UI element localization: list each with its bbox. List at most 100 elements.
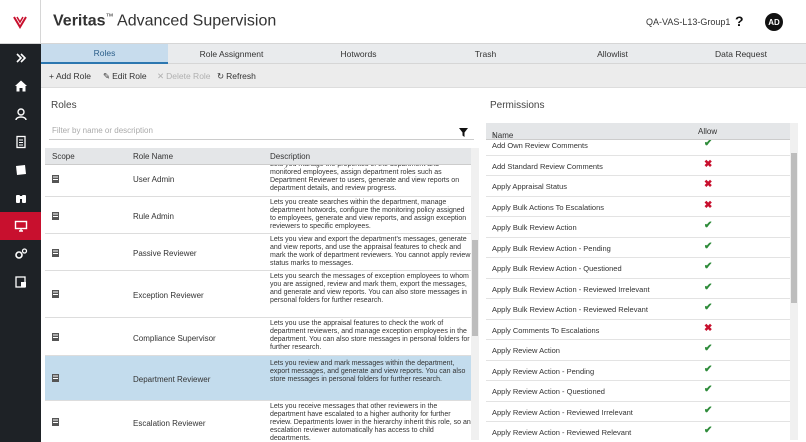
nav-monitor[interactable]	[0, 212, 41, 240]
brand-name: Veritas	[53, 12, 106, 30]
deny-cross-icon: ✖	[704, 322, 713, 334]
role-name: Passive Reviewer	[133, 249, 197, 258]
allow-check-icon: ✔	[704, 363, 713, 375]
chevrons-right-icon	[15, 53, 26, 63]
filter-icon[interactable]	[459, 128, 468, 137]
tab-trash[interactable]: Trash	[422, 44, 549, 64]
nav-users[interactable]	[0, 100, 41, 128]
department-scope-icon	[52, 418, 59, 426]
table-row[interactable]: Apply Bulk Review Action - Reviewed Rele…	[486, 299, 790, 320]
permissions-scrollbar-thumb[interactable]	[791, 153, 797, 303]
tab-allowlist[interactable]: Allowlist	[549, 44, 676, 64]
roles-scrollbar-thumb[interactable]	[472, 240, 478, 336]
permission-name: Add Own Review Comments	[492, 141, 588, 150]
table-row-selected[interactable]: Department Reviewer Lets you review and …	[45, 356, 471, 401]
nav-search[interactable]	[0, 184, 41, 212]
description-column-header[interactable]: Description	[270, 152, 310, 161]
refresh-button[interactable]: ↻ Refresh	[217, 71, 256, 82]
tab-roles[interactable]: Roles	[41, 44, 168, 64]
department-scope-icon	[52, 290, 59, 298]
table-row[interactable]: Apply Bulk Review Action - Reviewed Irre…	[486, 279, 790, 299]
edit-role-label: Edit Role	[112, 71, 147, 81]
table-row[interactable]: Apply Bulk Review Action - Questioned ✔	[486, 258, 790, 279]
table-row[interactable]: Apply Review Action - Questioned ✔	[486, 381, 790, 402]
department-scope-icon	[52, 212, 59, 220]
scope-column-header[interactable]: Scope	[52, 152, 75, 161]
table-row[interactable]: Apply Appraisal Status ✖	[486, 176, 790, 197]
table-row[interactable]: Apply Review Action - Reviewed Relevant ✔	[486, 422, 790, 440]
tab-bar: Roles Role Assignment Hotwords Trash All…	[41, 44, 806, 64]
role-name: Department Reviewer	[133, 375, 211, 384]
permission-name: Add Standard Review Comments	[492, 161, 603, 171]
allow-check-icon: ✔	[704, 240, 713, 252]
sort-ascending-icon: ↑	[492, 131, 496, 140]
roles-filter-input[interactable]	[49, 122, 474, 140]
permissions-scrollbar[interactable]	[790, 123, 798, 440]
allow-check-icon: ✔	[704, 384, 713, 395]
expand-nav-button[interactable]	[0, 44, 41, 72]
allow-check-icon: ✔	[704, 404, 713, 416]
permission-name: Apply Comments To Escalations	[492, 325, 600, 335]
nav-settings[interactable]	[0, 240, 41, 268]
role-name: Rule Admin	[133, 212, 174, 221]
table-row[interactable]: Apply Review Action - Pending ✔	[486, 361, 790, 381]
report-icon	[14, 276, 26, 288]
refresh-label: Refresh	[226, 71, 256, 81]
role-name: Compliance Supervisor	[133, 334, 216, 343]
table-row[interactable]: User Admin Lets you manage the propertie…	[45, 165, 471, 197]
permission-name: Apply Bulk Review Action	[492, 223, 577, 232]
table-row[interactable]: Apply Bulk Review Action - Pending ✔	[486, 238, 790, 258]
permission-name: Apply Review Action - Questioned	[492, 387, 605, 396]
nav-reports[interactable]	[0, 268, 41, 296]
permission-name: Apply Appraisal Status	[492, 182, 568, 191]
folder-icon	[15, 165, 26, 175]
table-row[interactable]: Apply Review Action - Reviewed Irrelevan…	[486, 402, 790, 422]
delete-role-button[interactable]: ✕ Delete Role	[157, 71, 211, 82]
permission-name: Apply Review Action	[492, 346, 560, 355]
help-button[interactable]: ?	[735, 13, 744, 29]
table-row[interactable]: Apply Bulk Review Action ✔	[486, 217, 790, 238]
permission-name: Apply Bulk Review Action - Questioned	[492, 264, 622, 273]
role-description: Lets you view and export the department'…	[270, 236, 471, 267]
tab-data-request[interactable]: Data Request	[676, 44, 806, 64]
document-icon	[15, 135, 26, 149]
table-row[interactable]: Passive Reviewer Lets you view and expor…	[45, 234, 471, 271]
table-row[interactable]: Apply Comments To Escalations ✖	[486, 320, 790, 340]
user-icon	[14, 108, 27, 121]
left-nav	[0, 0, 41, 442]
table-row[interactable]: Escalation Reviewer Lets you receive mes…	[45, 401, 471, 440]
nav-folders[interactable]	[0, 156, 41, 184]
tab-role-assignment[interactable]: Role Assignment	[168, 44, 295, 64]
app-title: Veritas™ Advanced Supervision	[53, 12, 276, 30]
table-row[interactable]: Compliance Supervisor Lets you use the a…	[45, 318, 471, 356]
table-row[interactable]: Apply Bulk Actions To Escalations ✖	[486, 197, 790, 217]
nav-documents[interactable]	[0, 128, 41, 156]
roles-table-header: Scope Role Name Description	[45, 148, 471, 165]
user-group-label[interactable]: QA-VAS-L13-Group1	[646, 17, 730, 27]
allow-check-icon: ✔	[704, 140, 713, 149]
binoculars-icon	[15, 195, 26, 203]
refresh-icon: ↻	[217, 71, 225, 81]
department-scope-icon	[52, 374, 59, 382]
role-name-column-header[interactable]: Role Name	[133, 152, 173, 161]
allow-column-header[interactable]: Allow	[698, 127, 717, 136]
department-scope-icon	[52, 333, 59, 341]
roles-scrollbar[interactable]	[471, 148, 479, 440]
tab-hotwords[interactable]: Hotwords	[295, 44, 422, 64]
table-row[interactable]: Add Standard Review Comments ✖	[486, 156, 790, 176]
role-description: Lets you create searches within the depa…	[270, 199, 467, 230]
veritas-logo	[0, 0, 41, 44]
table-row[interactable]: Exception Reviewer Lets you search the m…	[45, 271, 471, 318]
permissions-title: Permissions	[490, 100, 545, 111]
deny-cross-icon: ✖	[704, 199, 713, 211]
table-row[interactable]: Apply Review Action ✔	[486, 340, 790, 361]
table-row[interactable]: Add Own Review Comments ✔	[486, 140, 790, 156]
allow-check-icon: ✔	[704, 302, 713, 313]
role-description: Lets you use the appraisal features to c…	[270, 320, 470, 351]
add-role-button[interactable]: + Add Role	[49, 71, 91, 81]
roles-title: Roles	[51, 100, 77, 111]
avatar[interactable]: AD	[765, 13, 783, 31]
edit-role-button[interactable]: ✎ Edit Role	[103, 71, 147, 82]
table-row[interactable]: Rule Admin Lets you create searches with…	[45, 197, 471, 234]
nav-home[interactable]	[0, 72, 41, 100]
